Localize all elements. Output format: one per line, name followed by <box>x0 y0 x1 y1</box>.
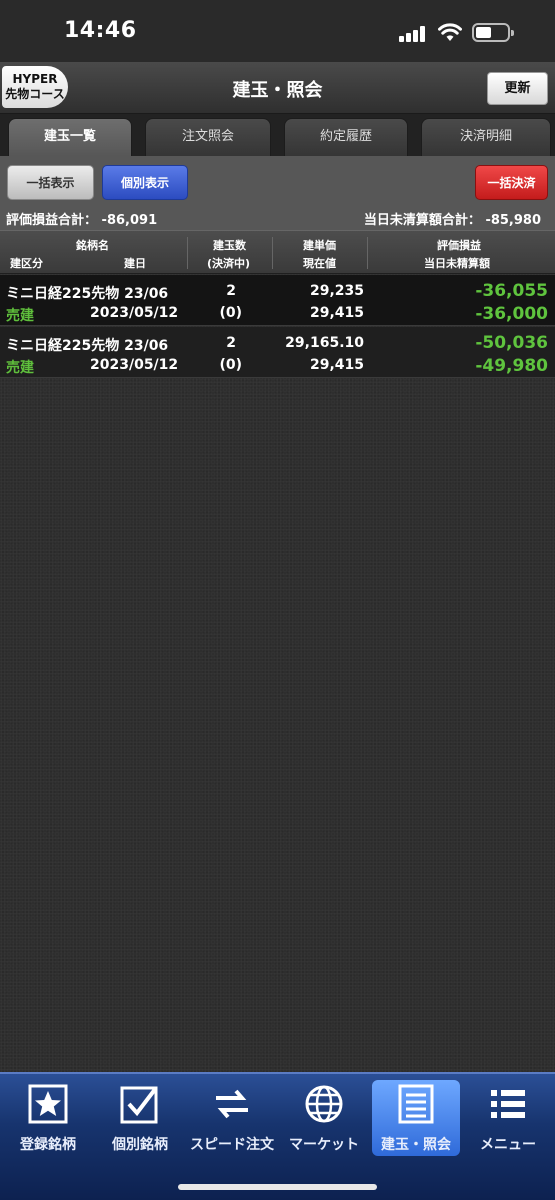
unsettled-total-value: -85,980 <box>485 213 541 228</box>
status-bar: 14:46 <box>0 0 555 62</box>
position-qty-settling: (0) <box>219 305 242 321</box>
col-qty-settling: (決済中) <box>207 257 251 270</box>
table-header: 銘柄名 建区分 建日 建玉数 (決済中) 建単価 現在値 評価損益 当日未精算額 <box>0 230 555 274</box>
unsettled-total-label: 当日未清算額合計： <box>363 213 481 228</box>
tab-settlement-details[interactable]: 決済明細 <box>421 118 551 156</box>
col-unsettled: 当日未精算額 <box>424 257 490 270</box>
bottom-tab-market[interactable]: マーケット <box>280 1080 368 1156</box>
position-price: 29,235 <box>309 283 364 299</box>
tab-bar: 建玉一覧 注文照会 約定履歴 決済明細 <box>0 114 555 156</box>
col-current: 現在値 <box>303 257 336 270</box>
tab-execution-history[interactable]: 約定履歴 <box>284 118 408 156</box>
bottom-tab-bar: 登録銘柄 個別銘柄 スピード注文 マーケット 建玉・照会 メニュー <box>0 1072 555 1200</box>
tab-positions-list[interactable]: 建玉一覧 <box>8 118 132 156</box>
swap-arrows-icon <box>216 1089 248 1119</box>
checkbox-icon <box>120 1086 158 1124</box>
bulk-display-button[interactable]: 一括表示 <box>7 165 94 200</box>
col-name: 銘柄名 <box>76 239 109 252</box>
bottom-tab-label: スピード注文 <box>190 1137 274 1153</box>
position-current: 29,415 <box>309 357 364 373</box>
position-date: 2023/05/12 <box>90 357 179 373</box>
bottom-tab-label: 個別銘柄 <box>112 1137 168 1153</box>
position-unsettled: -49,980 <box>475 356 548 376</box>
col-date: 建日 <box>124 257 146 270</box>
globe-icon <box>305 1085 343 1123</box>
position-qty-settling: (0) <box>219 357 242 373</box>
bottom-tab-label: マーケット <box>289 1137 359 1153</box>
individual-display-button[interactable]: 個別表示 <box>102 165 188 200</box>
bottom-tab-individual-stock[interactable]: 個別銘柄 <box>96 1080 184 1156</box>
col-price: 建単価 <box>303 239 336 252</box>
bottom-tab-label: 建玉・照会 <box>381 1137 451 1153</box>
bottom-tab-watchlist[interactable]: 登録銘柄 <box>4 1080 92 1156</box>
position-pl: -50,036 <box>475 333 548 353</box>
position-current: 29,415 <box>309 305 364 321</box>
menu-list-icon <box>491 1090 525 1118</box>
col-side: 建区分 <box>10 257 43 270</box>
wifi-icon <box>438 23 462 41</box>
eval-pl-total-label: 評価損益合計： <box>6 213 98 228</box>
bulk-settle-button[interactable]: 一括決済 <box>475 165 548 200</box>
nav-header: HYPER 先物コース 建玉・照会 更新 <box>0 62 555 114</box>
unsettled-total: 当日未清算額合計： -85,980 <box>364 209 541 228</box>
position-qty: 2 <box>226 283 236 299</box>
position-unsettled: -36,000 <box>475 304 548 324</box>
position-price: 29,165.10 <box>285 335 364 351</box>
bottom-tab-speed-order[interactable]: スピード注文 <box>188 1080 276 1156</box>
status-time: 14:46 <box>64 18 137 43</box>
bottom-tab-menu[interactable]: メニュー <box>464 1080 552 1156</box>
bottom-tab-label: 登録銘柄 <box>20 1137 76 1153</box>
position-date: 2023/05/12 <box>90 305 179 321</box>
refresh-button[interactable]: 更新 <box>487 72 548 105</box>
bottom-tab-label: メニュー <box>480 1137 536 1153</box>
position-qty: 2 <box>226 335 236 351</box>
cellular-signal-icon <box>399 26 429 42</box>
eval-pl-total-value: -86,091 <box>101 213 158 228</box>
table-row[interactable]: ミニ日経225先物 23/06 売建 2023/05/12 2 (0) 29,2… <box>0 275 555 326</box>
home-indicator[interactable] <box>178 1184 377 1190</box>
position-pl: -36,055 <box>475 281 548 301</box>
battery-icon <box>472 23 514 42</box>
col-qty: 建玉数 <box>213 239 246 252</box>
app-screen: 14:46 HYPER 先物コース 建玉・照会 更新 建玉一覧 注文照会 約定履… <box>0 0 555 1200</box>
table-row[interactable]: ミニ日経225先物 23/06 売建 2023/05/12 2 (0) 29,1… <box>0 327 555 378</box>
position-side: 売建 <box>6 360 34 376</box>
bottom-tab-positions[interactable]: 建玉・照会 <box>372 1080 460 1156</box>
eval-pl-total: 評価損益合計： -86,091 <box>6 209 157 228</box>
page-title: 建玉・照会 <box>232 80 323 101</box>
col-pl: 評価損益 <box>437 239 481 252</box>
position-name: ミニ日経225先物 23/06 <box>6 338 169 354</box>
star-icon <box>28 1084 68 1124</box>
position-side: 売建 <box>6 308 34 324</box>
tab-order-inquiry[interactable]: 注文照会 <box>145 118 271 156</box>
position-name: ミニ日経225先物 23/06 <box>6 286 169 302</box>
action-bar: 一括表示 個別表示 一括決済 評価損益合計： -86,091 当日未清算額合計：… <box>0 156 555 230</box>
document-list-icon <box>398 1084 434 1124</box>
